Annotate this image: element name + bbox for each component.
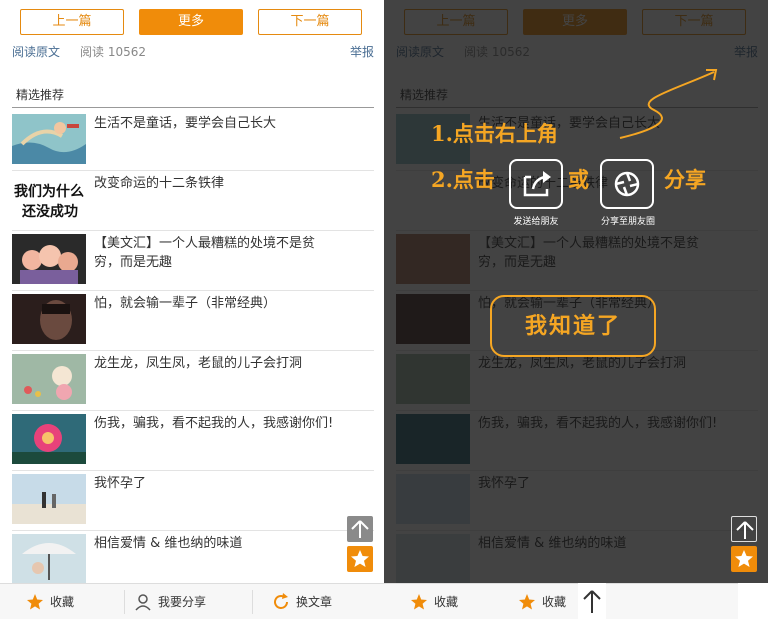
bottom-corner-marker-right: [738, 583, 768, 619]
article-title: 龙生龙，凤生凤，老鼠的儿子会打洞: [94, 356, 303, 371]
star-icon: [411, 594, 427, 610]
arrow-up-icon: [583, 590, 601, 613]
favorite-label: 收藏: [542, 595, 567, 609]
article-thumbnail: [12, 294, 86, 344]
back-to-top-button[interactable]: [731, 516, 757, 542]
svg-text:还没成功: 还没成功: [21, 203, 78, 220]
divider: [252, 590, 253, 614]
article-thumbnail: [12, 234, 86, 284]
section-title: 精选推荐: [12, 86, 374, 108]
article-thumbnail: [12, 474, 86, 524]
report-link[interactable]: 举报: [350, 43, 374, 60]
curved-arrow-icon: [619, 69, 718, 139]
article-title: 【美文汇】一个人最糟糕的处境不是贫穷，而是无趣: [94, 236, 316, 270]
share-moments-caption: 分享至朋友圈: [600, 217, 655, 227]
favorite-float-button[interactable]: [731, 546, 757, 572]
star-icon: [351, 550, 369, 567]
article-page-left: 上一篇 更多 下一篇 阅读原文 阅读 10562 举报 精选推荐 生活不是童话，…: [0, 0, 384, 619]
change-article-label: 换文章: [296, 595, 333, 609]
guide-share: 分享: [664, 167, 706, 192]
list-item[interactable]: 我怀孕了: [12, 471, 374, 531]
bottom-bar: 收藏 我要分享 换文章: [0, 583, 384, 619]
share-moments-icon: [600, 159, 654, 209]
star-icon: [27, 594, 43, 610]
article-title: 相信爱情 & 维也纳的味道: [94, 536, 243, 551]
list-item[interactable]: 伤我，骗我，看不起我的人，我感谢你们!: [12, 411, 374, 471]
article-title: 伤我，骗我，看不起我的人，我感谢你们!: [94, 416, 334, 431]
change-article-tab[interactable]: 换文章: [272, 584, 372, 619]
user-icon: [135, 594, 151, 611]
article-thumbnail: [12, 414, 86, 464]
got-it-button[interactable]: 我知道了: [490, 295, 656, 357]
divider: [124, 590, 125, 614]
send-to-friend-caption: 发送给朋友: [513, 217, 559, 227]
guide-or: 或: [568, 167, 589, 192]
article-page-right: 上一篇 更多 下一篇 阅读原文 阅读 10562 举报 精选推荐 生活不是童话，…: [384, 0, 768, 619]
more-button[interactable]: 更多: [139, 9, 243, 35]
recommend-list: 生活不是童话，要学会自己长大 我们为什么 还没成功 改变命运的十二条铁律 【美文…: [12, 111, 374, 591]
share-label: 我要分享: [158, 595, 207, 609]
arrow-up-icon: [736, 521, 754, 539]
send-to-friend-icon: [509, 159, 563, 209]
article-title: 生活不是童话，要学会自己长大: [94, 116, 277, 131]
list-item[interactable]: 龙生龙，凤生凤，老鼠的儿子会打洞: [12, 351, 374, 411]
favorite-float-button[interactable]: [347, 546, 373, 572]
top-nav: 上一篇 更多 下一篇: [0, 9, 384, 35]
guide-step-2: 2.点击: [431, 167, 495, 192]
next-article-button[interactable]: 下一篇: [258, 9, 362, 35]
article-thumbnail: 我们为什么 还没成功: [12, 174, 86, 224]
article-meta: 阅读原文 阅读 10562 举报: [12, 43, 374, 61]
article-title: 改变命运的十二条铁律: [94, 176, 225, 191]
article-thumbnail: [12, 534, 86, 584]
article-title: 我怀孕了: [94, 476, 147, 491]
list-item[interactable]: 【美文汇】一个人最糟糕的处境不是贫穷，而是无趣: [12, 231, 374, 291]
article-title: 怕，就会输一辈子（非常经典）: [94, 296, 277, 311]
favorite-tab[interactable]: 收藏: [26, 584, 116, 619]
read-count: 阅读 10562: [80, 45, 146, 59]
list-item[interactable]: 生活不是童话，要学会自己长大: [12, 111, 374, 171]
share-tab[interactable]: 我要分享: [134, 584, 244, 619]
article-thumbnail: [12, 114, 86, 164]
favorite-label: 收藏: [50, 595, 75, 609]
bottom-bar: 收藏 收藏: [384, 583, 768, 619]
back-to-top-button[interactable]: [347, 516, 373, 542]
article-thumbnail: [12, 354, 86, 404]
list-item[interactable]: 我们为什么 还没成功 改变命运的十二条铁律: [12, 171, 374, 231]
arrow-up-icon: [351, 520, 369, 538]
list-item[interactable]: 怕，就会输一辈子（非常经典）: [12, 291, 374, 351]
favorite-label: 收藏: [434, 595, 459, 609]
refresh-icon: [274, 593, 288, 609]
star-icon: [519, 594, 535, 610]
prev-article-button[interactable]: 上一篇: [20, 9, 124, 35]
svg-text:我们为什么: 我们为什么: [14, 183, 84, 200]
bottom-corner-marker: [578, 583, 606, 619]
list-item[interactable]: 相信爱情 & 维也纳的味道: [12, 531, 374, 591]
star-icon: [735, 550, 753, 567]
read-original-link[interactable]: 阅读原文: [12, 43, 60, 60]
favorite-tab: 收藏: [410, 584, 500, 619]
guide-step-1: 1.点击右上角: [431, 121, 558, 146]
